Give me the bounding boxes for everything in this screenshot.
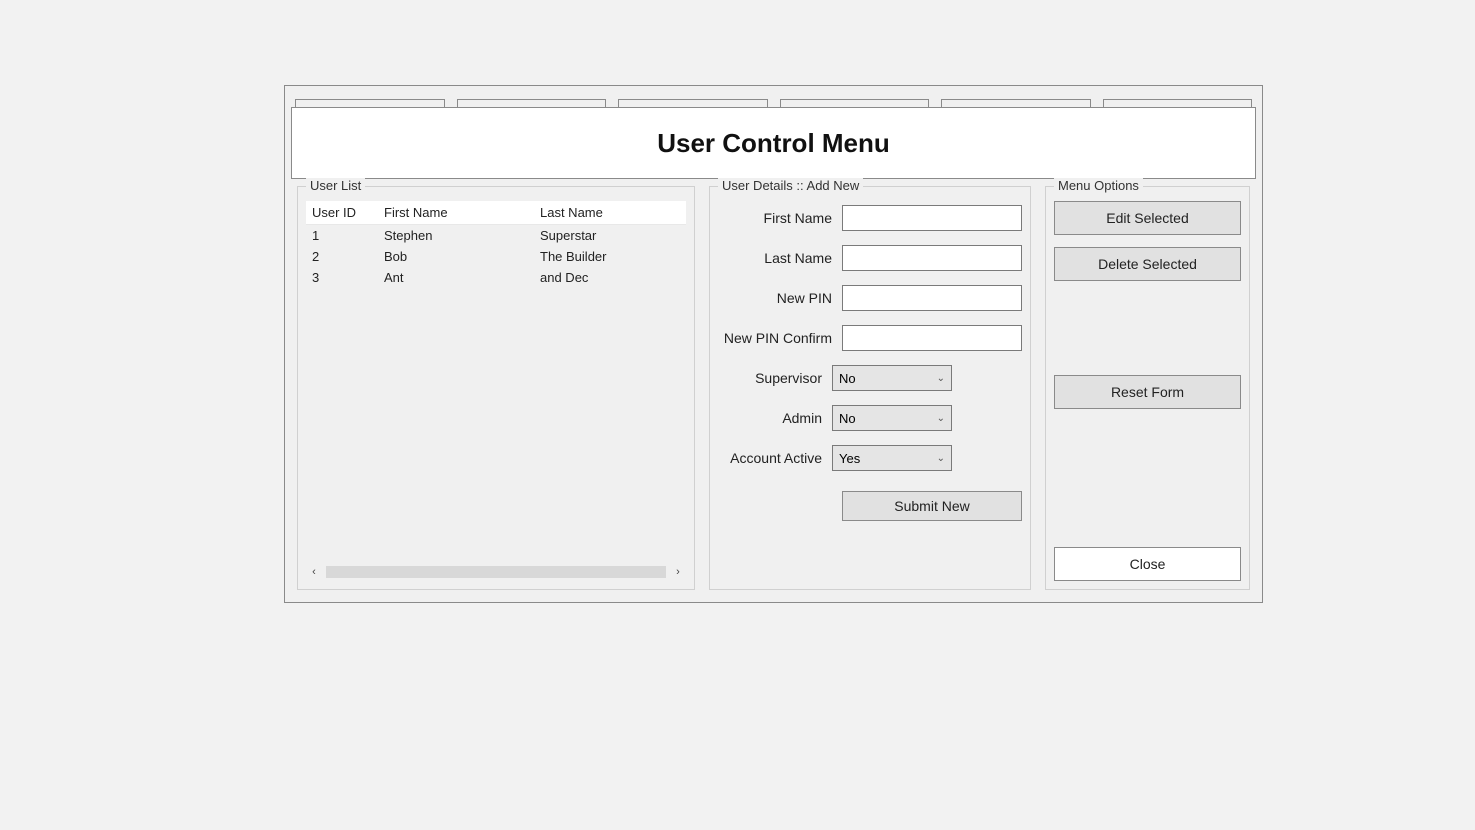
submit-new-button[interactable]: Submit New: [842, 491, 1022, 521]
content-area: User List User ID First Name Last Name 1…: [297, 186, 1250, 590]
edit-selected-button[interactable]: Edit Selected: [1054, 201, 1241, 235]
chevron-down-icon: ⌄: [937, 453, 945, 464]
account-active-select[interactable]: Yes ⌄: [832, 445, 952, 471]
cell-user-id: 1: [306, 225, 378, 246]
col-user-id[interactable]: User ID: [306, 201, 378, 224]
user-control-window: User Control Menu User List User ID Firs…: [284, 85, 1263, 603]
tab-stub[interactable]: [780, 99, 930, 107]
label-account-active: Account Active: [730, 450, 822, 466]
supervisor-select[interactable]: No ⌄: [832, 365, 952, 391]
label-new-pin-confirm: New PIN Confirm: [724, 330, 832, 346]
cell-last-name: The Builder: [534, 246, 686, 267]
admin-value: No: [839, 411, 856, 426]
chevron-down-icon: ⌄: [937, 413, 945, 424]
user-list-group: User List User ID First Name Last Name 1…: [297, 186, 695, 590]
tab-stub[interactable]: [295, 99, 445, 107]
new-pin-confirm-field[interactable]: [842, 325, 1022, 351]
user-list-legend: User List: [306, 178, 365, 193]
row-supervisor: Supervisor No ⌄: [718, 365, 1022, 391]
row-new-pin: New PIN: [718, 285, 1022, 311]
user-list-header: User ID First Name Last Name: [306, 201, 686, 225]
tab-stub[interactable]: [618, 99, 768, 107]
user-details-legend: User Details :: Add New: [718, 178, 863, 193]
chevron-down-icon: ⌄: [937, 373, 945, 384]
menu-options-group: Menu Options Edit Selected Delete Select…: [1045, 186, 1250, 590]
cell-last-name: and Dec: [534, 267, 686, 288]
scroll-left-icon[interactable]: ‹: [306, 564, 322, 580]
tab-stub[interactable]: [457, 99, 607, 107]
row-new-pin-confirm: New PIN Confirm: [718, 325, 1022, 351]
label-new-pin: New PIN: [777, 290, 832, 306]
cell-first-name: Ant: [378, 267, 534, 288]
col-first-name[interactable]: First Name: [378, 201, 534, 224]
reset-form-button[interactable]: Reset Form: [1054, 375, 1241, 409]
new-pin-field[interactable]: [842, 285, 1022, 311]
row-submit: Submit New: [718, 491, 1022, 521]
close-button[interactable]: Close: [1054, 547, 1241, 581]
page-title: User Control Menu: [657, 128, 890, 159]
scroll-right-icon[interactable]: ›: [670, 564, 686, 580]
col-last-name[interactable]: Last Name: [534, 201, 686, 224]
row-admin: Admin No ⌄: [718, 405, 1022, 431]
cell-first-name: Bob: [378, 246, 534, 267]
label-admin: Admin: [782, 410, 822, 426]
label-supervisor: Supervisor: [755, 370, 822, 386]
cell-user-id: 2: [306, 246, 378, 267]
delete-selected-button[interactable]: Delete Selected: [1054, 247, 1241, 281]
first-name-field[interactable]: [842, 205, 1022, 231]
row-first-name: First Name: [718, 205, 1022, 231]
row-account-active: Account Active Yes ⌄: [718, 445, 1022, 471]
user-list-table[interactable]: User ID First Name Last Name 1 Stephen S…: [306, 201, 686, 557]
table-row[interactable]: 1 Stephen Superstar: [306, 225, 686, 246]
label-last-name: Last Name: [764, 250, 832, 266]
admin-select[interactable]: No ⌄: [832, 405, 952, 431]
tab-stub[interactable]: [941, 99, 1091, 107]
tab-stub[interactable]: [1103, 99, 1253, 107]
row-last-name: Last Name: [718, 245, 1022, 271]
table-row[interactable]: 3 Ant and Dec: [306, 267, 686, 288]
cell-user-id: 3: [306, 267, 378, 288]
scroll-track[interactable]: [326, 566, 666, 578]
menu-options-legend: Menu Options: [1054, 178, 1143, 193]
title-panel: User Control Menu: [291, 107, 1256, 179]
account-active-value: Yes: [839, 451, 860, 466]
table-row[interactable]: 2 Bob The Builder: [306, 246, 686, 267]
supervisor-value: No: [839, 371, 856, 386]
last-name-field[interactable]: [842, 245, 1022, 271]
cell-last-name: Superstar: [534, 225, 686, 246]
cell-first-name: Stephen: [378, 225, 534, 246]
label-first-name: First Name: [764, 210, 832, 226]
tab-strip: [295, 99, 1252, 107]
user-details-group: User Details :: Add New First Name Last …: [709, 186, 1031, 590]
user-list-hscrollbar[interactable]: ‹ ›: [306, 563, 686, 581]
